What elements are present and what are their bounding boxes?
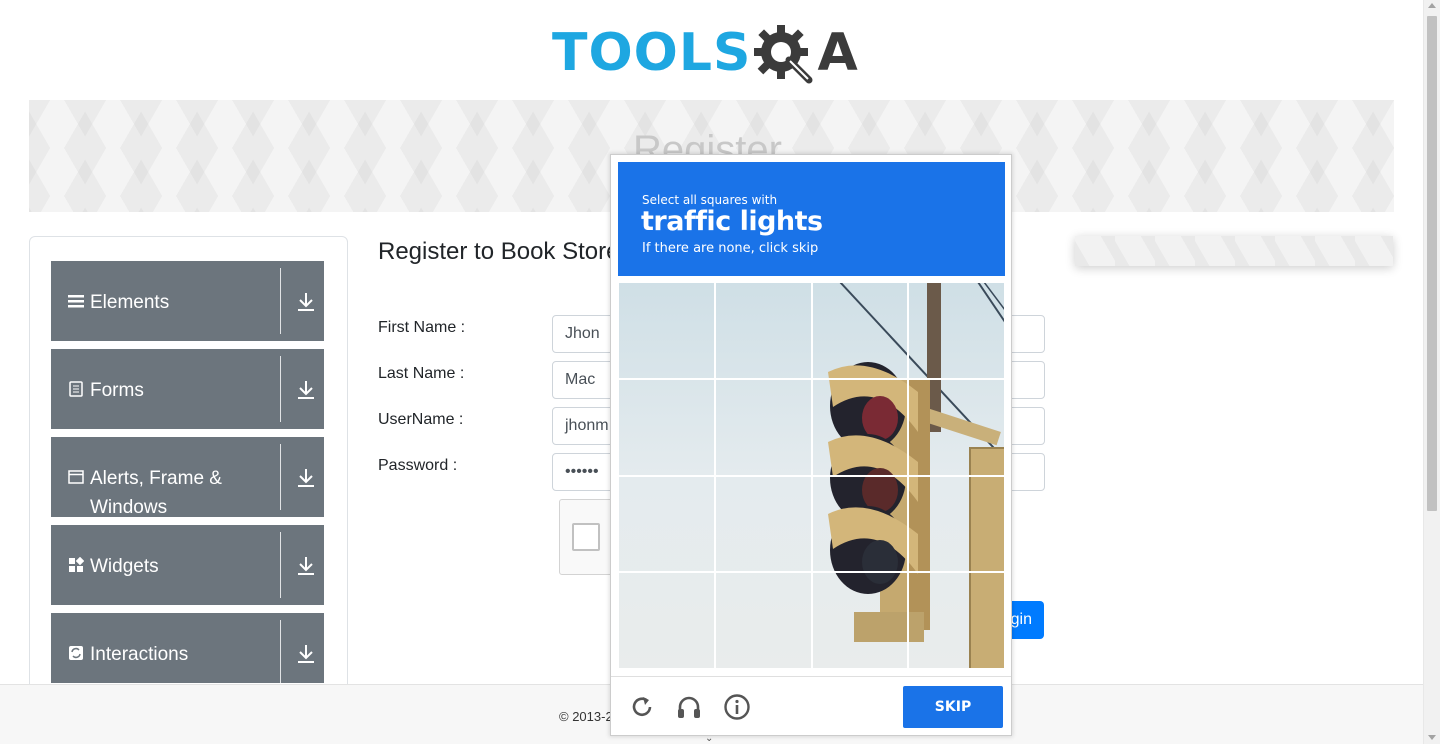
captcha-tile[interactable] [811, 378, 909, 476]
scroll-thumb[interactable] [1427, 16, 1437, 511]
download-icon[interactable] [296, 379, 316, 401]
form-title: Register to Book Store [378, 238, 620, 265]
captcha-tile[interactable] [908, 378, 1005, 476]
sidebar-group-elements[interactable]: Elements [51, 261, 324, 341]
divider [280, 532, 281, 598]
recaptcha-checkbox[interactable] [572, 523, 600, 551]
info-icon[interactable] [723, 693, 751, 721]
divider [280, 268, 281, 334]
captcha-hint: If there are none, click skip [642, 241, 819, 256]
scroll-down-arrow-icon[interactable] [1428, 735, 1436, 740]
captcha-tile[interactable] [811, 282, 909, 379]
sidebar-group-alerts[interactable]: Alerts, Frame & Windows [51, 437, 324, 518]
divider [280, 444, 281, 510]
logo-text-a: A [817, 23, 858, 83]
captcha-instruction: Select all squares with [642, 193, 778, 207]
captcha-tile[interactable] [618, 378, 715, 476]
first-name-label: First Name : [378, 319, 466, 336]
divider [280, 356, 281, 422]
captcha-tile[interactable] [618, 572, 715, 669]
page-scrollbar[interactable] [1423, 0, 1440, 744]
sidebar-group-label: Elements [90, 292, 170, 313]
interactions-icon [69, 646, 83, 660]
widgets-icon [69, 557, 84, 572]
window-icon [68, 470, 84, 484]
download-icon[interactable] [296, 555, 316, 577]
skip-button[interactable]: SKIP [903, 686, 1003, 728]
footer-copyright: © 2013-2020 TOOLSQA.COM | ALL RIGHTS RES… [559, 709, 611, 724]
captcha-tile[interactable] [714, 378, 812, 476]
captcha-challenge-dialog: Select all squares with traffic lights I… [610, 154, 1012, 736]
left-panel: Elements Forms Alerts, Frame & Windows W… [29, 236, 348, 706]
sidebar-group-forms[interactable]: Forms [51, 349, 324, 429]
reload-icon[interactable] [628, 693, 656, 721]
captcha-tile[interactable] [714, 475, 812, 573]
sidebar-group-widgets[interactable]: Widgets [51, 525, 324, 605]
sidebar-group-label: Alerts, Frame & Windows [90, 468, 222, 518]
divider [280, 620, 281, 686]
last-name-label: Last Name : [378, 365, 465, 382]
captcha-tile[interactable] [908, 282, 1005, 379]
captcha-tile[interactable] [618, 475, 715, 573]
menu-icon [68, 295, 84, 308]
logo-text-tools: TOOLS [552, 23, 752, 83]
ad-banner[interactable] [1075, 236, 1393, 266]
captcha-tile[interactable] [811, 475, 909, 573]
username-label: UserName : [378, 411, 464, 428]
document-icon [69, 381, 83, 397]
sidebar-group-interactions[interactable]: Interactions [51, 613, 324, 686]
sidebar-group-label: Widgets [90, 556, 159, 577]
download-icon[interactable] [296, 291, 316, 313]
captcha-tile[interactable] [714, 572, 812, 669]
toolsqa-logo[interactable]: TOOLS A [552, 14, 882, 92]
captcha-tile-grid [618, 282, 1005, 669]
captcha-tile[interactable] [908, 475, 1005, 573]
gear-magnifier-icon [754, 25, 813, 84]
scroll-up-arrow-icon[interactable] [1428, 3, 1436, 8]
sidebar-group-label: Interactions [90, 644, 189, 665]
sidebar-group-label: Forms [90, 380, 144, 401]
captcha-tile[interactable] [908, 572, 1005, 669]
audio-icon[interactable] [675, 693, 703, 721]
captcha-tile[interactable] [714, 282, 812, 379]
captcha-tile[interactable] [618, 282, 715, 379]
page: TOOLS A Register Elements Forms Alerts, … [0, 0, 1440, 744]
download-icon[interactable] [296, 467, 316, 489]
captcha-header: Select all squares with traffic lights I… [618, 162, 1005, 276]
password-label: Password : [378, 457, 458, 474]
download-icon[interactable] [296, 643, 316, 665]
captcha-footer: SKIP [611, 676, 1011, 736]
captcha-target: traffic lights [641, 206, 823, 237]
captcha-image [618, 282, 1005, 669]
captcha-tile[interactable] [811, 572, 909, 669]
